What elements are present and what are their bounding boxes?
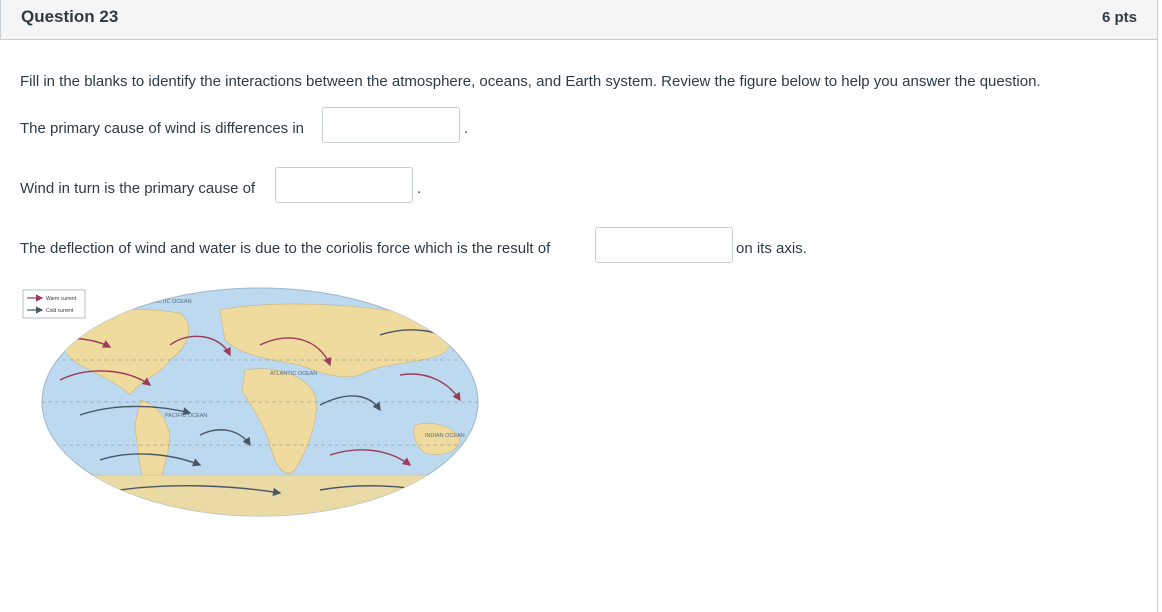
ocean-label-pacific: PACIFIC OCEAN bbox=[165, 413, 207, 419]
legend-cold: Cold current bbox=[46, 308, 74, 314]
blank-2-input[interactable] bbox=[275, 167, 413, 203]
sentence2-period: . bbox=[417, 180, 422, 197]
sentence3-text: The deflection of wind and water is due … bbox=[20, 240, 551, 257]
sentence1-period: . bbox=[464, 120, 469, 137]
map-legend: Warm current Cold current bbox=[22, 289, 86, 319]
blank-3-input[interactable] bbox=[595, 227, 733, 263]
question-instructions: Fill in the blanks to identify the inter… bbox=[20, 73, 1041, 90]
legend-warm: Warm current bbox=[46, 296, 77, 302]
sentence3-after-text: on its axis. bbox=[736, 240, 807, 257]
ocean-label-indian: INDIAN OCEAN bbox=[425, 433, 465, 439]
sentence2-text: Wind in turn is the primary cause of bbox=[20, 180, 256, 197]
question-header: Question 23 6 pts bbox=[0, 0, 1158, 40]
question-right-border bbox=[1157, 40, 1158, 612]
question-title: Question 23 bbox=[21, 7, 119, 26]
sentence1-text: The primary cause of wind is differences… bbox=[20, 120, 305, 137]
blank-1-input[interactable] bbox=[322, 107, 460, 143]
question-points: 6 pts bbox=[1101, 9, 1137, 26]
ocean-label-atlantic: ATLANTIC OCEAN bbox=[270, 371, 317, 377]
ocean-currents-map: ARCTIC OCEAN ATLANTIC OCEAN PACIFIC OCEA… bbox=[22, 287, 479, 517]
ocean-label-arctic: ARCTIC OCEAN bbox=[150, 299, 192, 305]
